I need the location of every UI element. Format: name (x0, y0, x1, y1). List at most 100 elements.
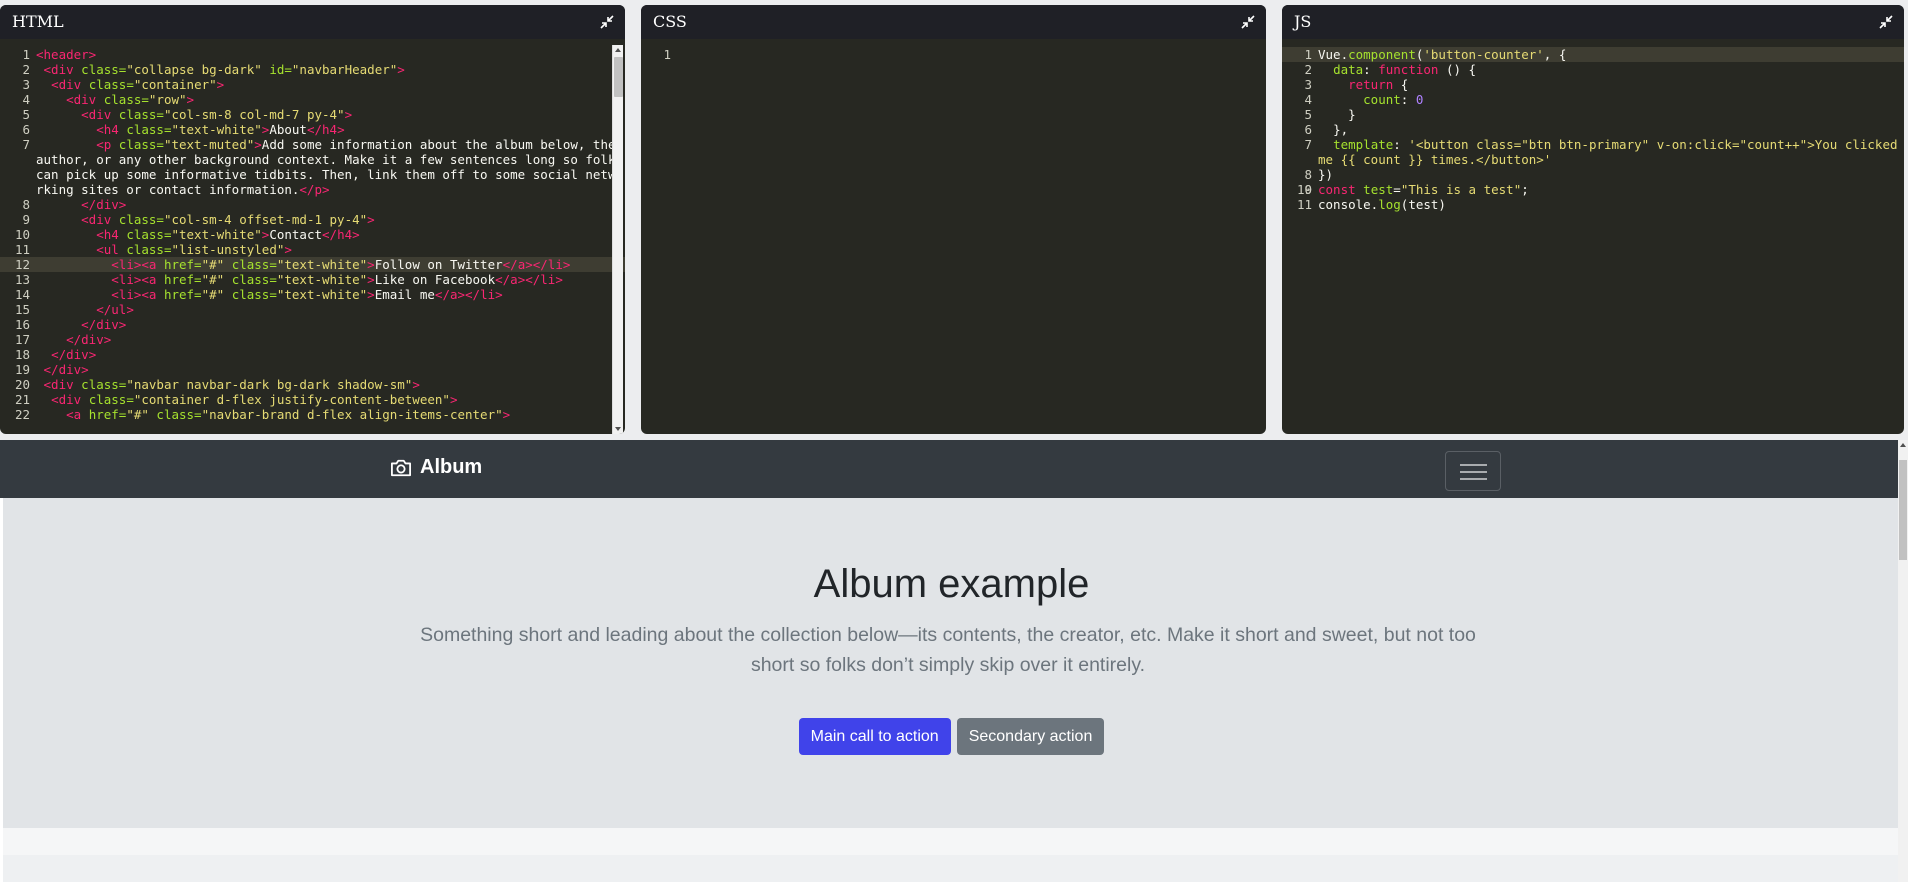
code-token: <h4 (96, 122, 127, 137)
line-number: 8 (22, 197, 30, 212)
line-number: 6 (1304, 122, 1312, 137)
code-line[interactable]: 1 Vue.component('button-counter', { (1282, 47, 1904, 62)
code-line[interactable]: 11 console.log(test) (1282, 197, 1904, 212)
code-token: 'button-counter' (1423, 47, 1544, 62)
code-line[interactable]: 18 </div> (0, 347, 625, 362)
line-number: 3 (22, 77, 30, 92)
code-token: </div> (43, 362, 89, 377)
code-text: data: function () { (1282, 62, 1904, 77)
css-panel-header: CSS (641, 5, 1266, 39)
code-text: <div class="row"> (0, 92, 625, 107)
code-line[interactable]: 7 <p class="text-muted">Add some informa… (0, 137, 625, 197)
code-token: test (1363, 182, 1394, 197)
navbar-toggler-button[interactable] (1445, 451, 1501, 491)
line-number: 3 (1304, 77, 1312, 92)
code-text: <ul class="list-unstyled"> (0, 242, 625, 257)
code-token: > (367, 257, 375, 272)
secondary-action-button[interactable]: Secondary action (956, 718, 1105, 755)
code-line[interactable]: 16 </div> (0, 317, 625, 332)
code-token: "col-sm-4 offset-md-1 py-4" (163, 212, 368, 227)
code-token: "#" (201, 272, 225, 287)
code-text: <div class="collapse bg-dark" id="navbar… (0, 62, 625, 77)
code-line[interactable]: 8}) (1282, 167, 1904, 182)
code-line[interactable]: 3 return { (1282, 77, 1904, 92)
code-token: > (397, 62, 405, 77)
js-panel-title: JS (1294, 12, 1312, 31)
code-line[interactable]: 17 </div> (0, 332, 625, 347)
line-number: 15 (14, 302, 30, 317)
code-token: }, (1318, 122, 1349, 137)
code-line[interactable]: 11 <ul class="list-unstyled"> (0, 242, 625, 257)
scroll-down-arrow-icon[interactable] (615, 427, 621, 431)
code-line[interactable]: 15 </ul> (0, 302, 625, 317)
code-line[interactable]: 9 <div class="col-sm-4 offset-md-1 py-4"… (0, 212, 625, 227)
code-line[interactable]: 1 <header> (0, 47, 625, 62)
code-line[interactable]: 14 <li><a href="#" class="text-white">Em… (0, 287, 625, 302)
code-line[interactable]: 5 <div class="col-sm-8 col-md-7 py-4"> (0, 107, 625, 122)
collapse-icon[interactable] (599, 14, 615, 30)
codepen-editor-window: HTML 1 <header> 2 <div class="collapse bg-… (0, 0, 1908, 882)
navbar-brand[interactable]: Album (390, 456, 482, 479)
line-number: 16 (14, 317, 30, 332)
code-line[interactable]: 7 template: '<button class="btn btn-prim… (1282, 137, 1904, 167)
scroll-up-arrow-icon[interactable] (615, 48, 621, 52)
preview-scrollbar[interactable] (1898, 440, 1908, 882)
code-line[interactable]: 6 <h4 class="text-white">About</h4> (0, 122, 625, 137)
line-number: 4 (1304, 92, 1312, 107)
js-panel-header: JS (1282, 5, 1904, 39)
scroll-up-arrow-icon[interactable] (1900, 443, 1906, 447)
line-number: 9 (22, 212, 30, 227)
editor-panels: HTML 1 <header> 2 <div class="collapse bg-… (0, 0, 1908, 440)
html-code-editor[interactable]: 1 <header> 2 <div class="collapse bg-dark"… (0, 39, 625, 434)
js-code-editor[interactable]: 1 Vue.component('button-counter', {2 data… (1282, 39, 1904, 434)
code-line[interactable]: 13 <li><a href="#" class="text-white">Li… (0, 272, 625, 287)
line-number: 1 (663, 47, 671, 62)
collapse-icon[interactable] (1878, 14, 1894, 30)
code-token: "navbar-brand d-flex align-items-center" (201, 407, 503, 422)
code-line[interactable]: 5 } (1282, 107, 1904, 122)
code-token: <h4 (96, 227, 127, 242)
code-token: class= (148, 407, 202, 422)
css-panel: CSS 1 (641, 5, 1266, 434)
main-call-to-action-button[interactable]: Main call to action (798, 718, 951, 755)
code-line[interactable]: 10 <h4 class="text-white">Contact</h4> (0, 227, 625, 242)
code-line[interactable]: 21 <div class="container d-flex justify-… (0, 392, 625, 407)
collapse-icon[interactable] (1240, 14, 1256, 30)
code-token: > (344, 107, 353, 122)
code-text: </div> (0, 197, 625, 212)
line-number: 1 (1304, 47, 1312, 62)
code-text: <header> (0, 47, 625, 62)
scrollbar-thumb[interactable] (614, 57, 623, 97)
code-token: Vue. (1318, 47, 1349, 62)
code-line[interactable]: 2 data: function () { (1282, 62, 1904, 77)
css-code-editor[interactable]: 1 (641, 39, 1266, 434)
code-line[interactable]: 22 <a href="#" class="navbar-brand d-fle… (0, 407, 625, 422)
code-line[interactable]: 6 }, (1282, 122, 1904, 137)
code-line[interactable]: 4 <div class="row"> (0, 92, 625, 107)
code-token: <div (51, 77, 89, 92)
code-line[interactable]: 12 <li><a href="#" class="text-white">Fo… (0, 257, 625, 272)
cta-buttons: Main call to action Secondary action (3, 718, 1900, 755)
code-line[interactable]: 10 const test="This is a test"; (1282, 182, 1904, 197)
code-line[interactable]: 4 count: 0 (1282, 92, 1904, 107)
code-line[interactable]: 2 <div class="collapse bg-dark" id="navb… (0, 62, 625, 77)
hamburger-icon (1460, 464, 1487, 466)
code-line[interactable]: 3 <div class="container"> (0, 77, 625, 92)
code-line[interactable]: 20 <div class="navbar navbar-dark bg-dar… (0, 377, 625, 392)
code-text: <h4 class="text-white">Contact</h4> (0, 227, 625, 242)
line-number: 19 (14, 362, 30, 377)
line-number: 4 (22, 92, 30, 107)
album-navbar: Album (0, 440, 1900, 498)
code-line[interactable]: 8 </div> (0, 197, 625, 212)
line-number: 2 (22, 62, 30, 77)
code-line[interactable]: 19 </div> (0, 362, 625, 377)
scrollbar-thumb[interactable] (1899, 460, 1907, 560)
html-editor-scrollbar[interactable] (612, 45, 623, 434)
code-token: Like on Facebook (374, 272, 496, 287)
code-token: </ul> (96, 302, 134, 317)
